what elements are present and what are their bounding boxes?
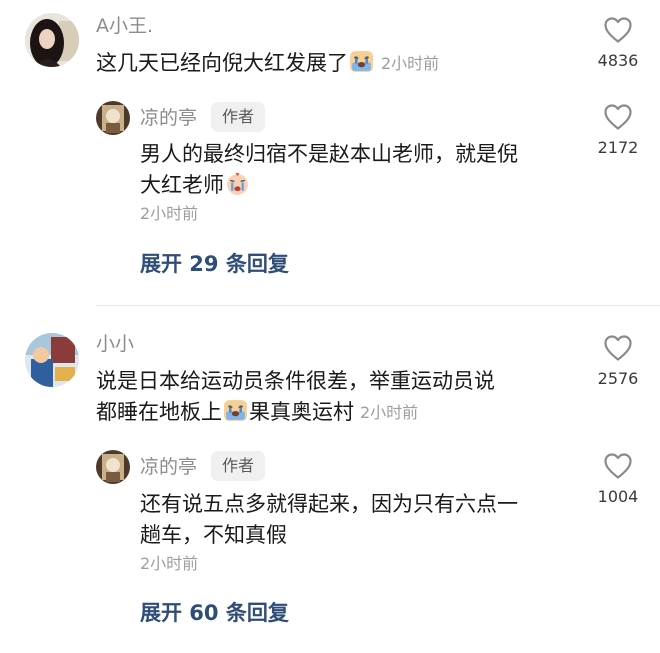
like-count: 2576 bbox=[597, 369, 639, 388]
like-count: 4836 bbox=[597, 51, 639, 70]
like-count: 1004 bbox=[597, 487, 639, 506]
avatar[interactable] bbox=[25, 333, 79, 387]
reply-text: 还有说五点多就得起来，因为只有六点一 趟车，不知真假 bbox=[140, 489, 580, 551]
reply-line: 男人的最终归宿不是赵本山老师，就是倪 bbox=[140, 142, 518, 166]
reply-username[interactable]: 凉的亭 bbox=[140, 106, 197, 130]
reply-line: 还有说五点多就得起来，因为只有六点一 bbox=[140, 492, 518, 516]
reply-username[interactable]: 凉的亭 bbox=[140, 455, 197, 479]
avatar[interactable] bbox=[96, 101, 130, 135]
like-button[interactable]: 2172 bbox=[588, 103, 648, 157]
like-button[interactable]: 2576 bbox=[588, 334, 648, 388]
like-button[interactable]: 1004 bbox=[588, 452, 648, 506]
avatar[interactable] bbox=[25, 13, 79, 67]
crying-face-emoji-icon bbox=[224, 400, 247, 421]
reply-line: 大红老师 bbox=[140, 173, 224, 197]
author-badge: 作者 bbox=[211, 451, 266, 481]
expand-replies-link[interactable]: 展开 29 条回复 bbox=[140, 250, 289, 278]
heart-outline-icon bbox=[604, 335, 632, 361]
comment-line: 果真奥运村 bbox=[249, 400, 354, 424]
comment-username[interactable]: A小王. bbox=[96, 14, 153, 38]
comment-username[interactable]: 小小 bbox=[96, 332, 134, 356]
like-count: 2172 bbox=[597, 138, 639, 157]
comment-line: 说是日本给运动员条件很差，举重运动员说 bbox=[96, 369, 495, 393]
comment-line: 都睡在地板上 bbox=[96, 400, 222, 424]
crying-face-emoji-icon bbox=[227, 173, 248, 195]
comment-body: 这几天已经向倪大红发展了 bbox=[96, 51, 348, 75]
comment-time: 2小时前 bbox=[360, 403, 419, 422]
comment-section: A小王. 这几天已经向倪大红发展了 2小时前 4836 凉的亭 作者 男人的最终… bbox=[0, 0, 660, 653]
avatar[interactable] bbox=[96, 450, 130, 484]
like-button[interactable]: 4836 bbox=[588, 16, 648, 70]
comment-text: 这几天已经向倪大红发展了 2小时前 bbox=[96, 48, 439, 79]
reply-time: 2小时前 bbox=[140, 554, 199, 573]
crying-face-emoji-icon bbox=[350, 51, 373, 72]
reply-line: 趟车，不知真假 bbox=[140, 523, 287, 547]
divider bbox=[96, 305, 660, 306]
expand-replies-link[interactable]: 展开 60 条回复 bbox=[140, 599, 289, 627]
heart-outline-icon bbox=[604, 104, 632, 130]
heart-outline-icon bbox=[604, 453, 632, 479]
heart-outline-icon bbox=[604, 17, 632, 43]
author-badge: 作者 bbox=[211, 102, 266, 132]
reply-time: 2小时前 bbox=[140, 204, 199, 223]
reply-text: 男人的最终归宿不是赵本山老师，就是倪 大红老师 bbox=[140, 139, 580, 201]
comment-text: 说是日本给运动员条件很差，举重运动员说 都睡在地板上 果真奥运村 2小时前 bbox=[96, 366, 576, 428]
comment-time: 2小时前 bbox=[381, 54, 440, 73]
